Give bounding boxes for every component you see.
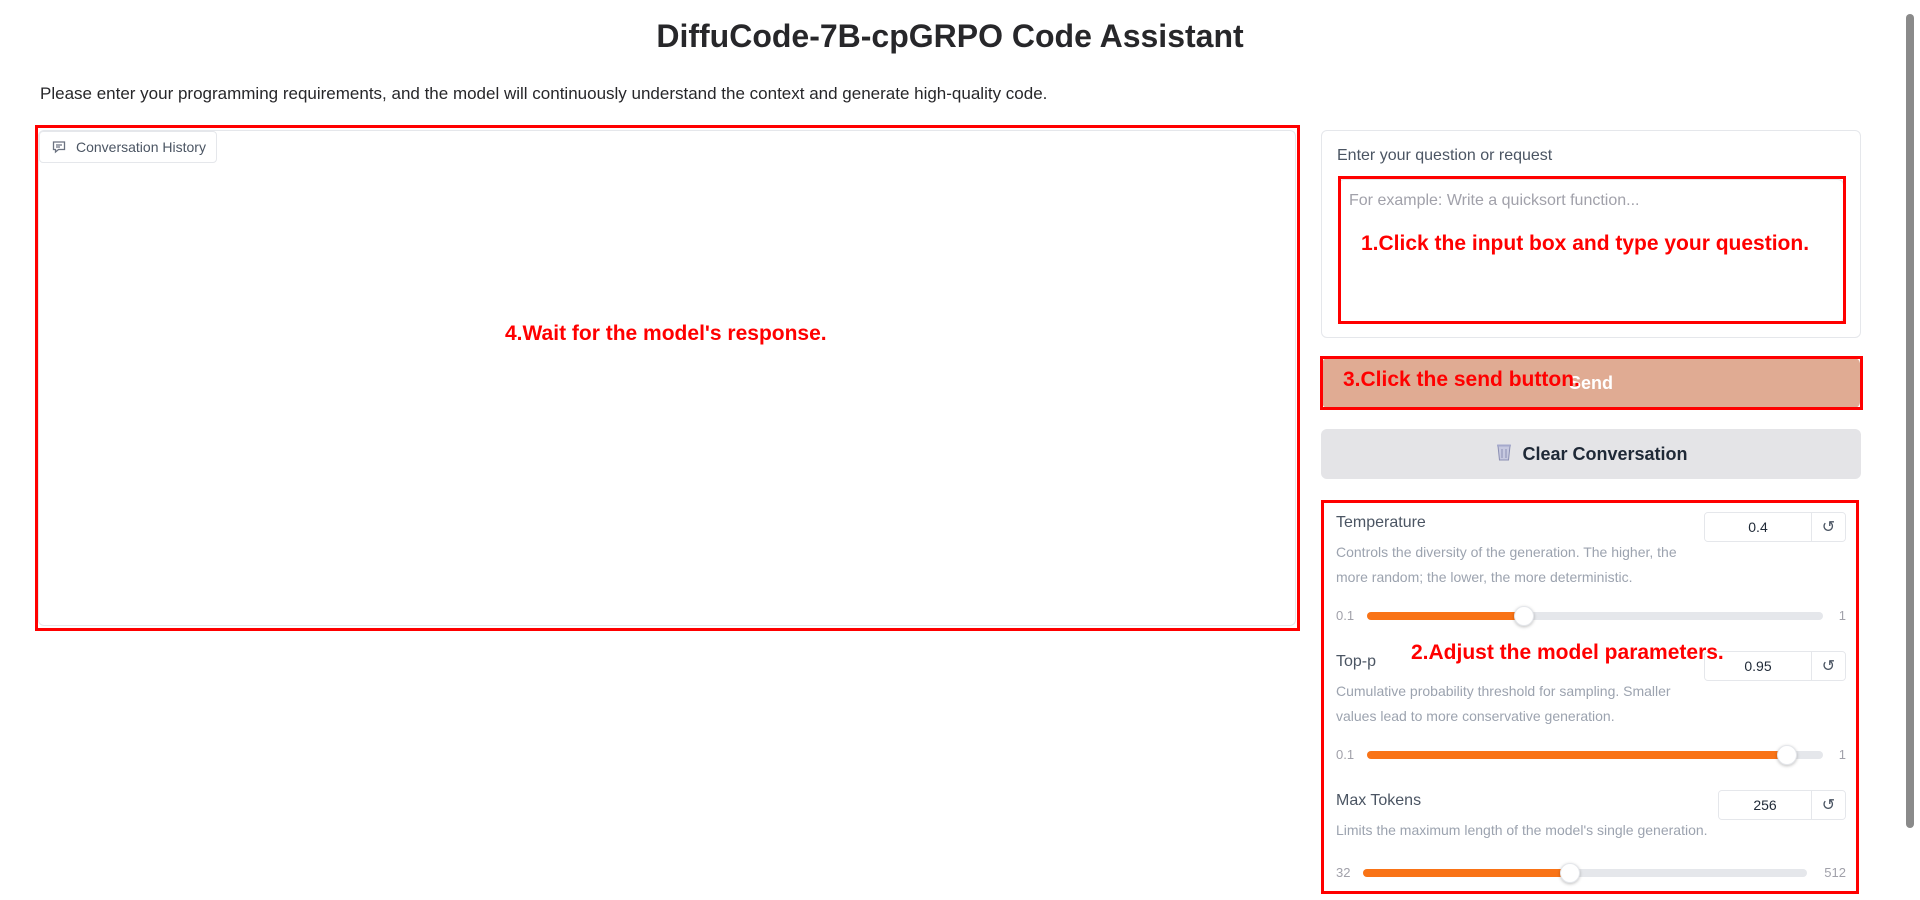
max-tokens-min: 32	[1336, 865, 1351, 880]
temperature-label: Temperature	[1336, 514, 1426, 531]
page-description: Please enter your programming requiremen…	[40, 84, 1048, 103]
temperature-slider-fill	[1367, 612, 1525, 620]
reset-icon: ↺	[1821, 797, 1836, 814]
temperature-slider[interactable]	[1367, 606, 1823, 626]
max-tokens-reset-button[interactable]: ↺	[1811, 791, 1845, 819]
max-tokens-slider-row: 32 512	[1336, 863, 1846, 883]
top-p-max: 1	[1838, 747, 1846, 762]
top-p-min: 0.1	[1336, 747, 1355, 762]
temperature-max: 1	[1838, 608, 1846, 623]
max-tokens-label: Max Tokens	[1336, 792, 1422, 809]
max-tokens-slider-thumb[interactable]	[1560, 863, 1581, 883]
max-tokens-max: 512	[1824, 865, 1846, 880]
max-tokens-info: Limits the maximum length of the model's…	[1336, 822, 1708, 838]
chat-history-label: Conversation History	[39, 131, 217, 163]
page-title: DiffuCode-7B-cpGRPO Code Assistant	[656, 18, 1244, 54]
top-p-slider[interactable]	[1367, 745, 1823, 765]
trash-icon	[1494, 442, 1514, 467]
max-tokens-param: Max Tokens Limits the maximum length of …	[1336, 778, 1846, 892]
question-input[interactable]	[1338, 179, 1844, 323]
clear-conversation-label: Clear Conversation	[1522, 443, 1688, 464]
page-scrollbar-thumb[interactable]	[1906, 14, 1914, 828]
top-p-slider-thumb[interactable]	[1776, 745, 1797, 765]
max-tokens-slider[interactable]	[1363, 863, 1807, 883]
top-p-slider-row: 0.1 1	[1336, 745, 1846, 765]
temperature-min: 0.1	[1336, 608, 1355, 623]
parameters-panel: Temperature Controls the diversity of th…	[1322, 500, 1858, 892]
reset-icon: ↺	[1821, 519, 1836, 536]
top-p-info: Cumulative probability threshold for sam…	[1336, 683, 1671, 724]
top-p-param: Top-p Cumulative probability threshold f…	[1336, 639, 1846, 769]
temperature-slider-thumb[interactable]	[1514, 606, 1535, 626]
chat-history-label-text: Conversation History	[76, 139, 206, 155]
temperature-slider-row: 0.1 1	[1336, 606, 1846, 626]
max-tokens-slider-fill	[1363, 869, 1571, 877]
temperature-reset-button[interactable]: ↺	[1811, 513, 1845, 541]
question-card: Enter your question or request	[1321, 130, 1861, 338]
clear-conversation-button[interactable]: Clear Conversation	[1321, 429, 1861, 479]
chat-history-panel: Conversation History	[38, 130, 1296, 626]
top-p-number-box: ↺	[1704, 651, 1846, 681]
top-p-input[interactable]	[1705, 652, 1811, 680]
question-label: Enter your question or request	[1337, 147, 1553, 164]
temperature-input[interactable]	[1705, 513, 1811, 541]
top-p-reset-button[interactable]: ↺	[1811, 652, 1845, 680]
max-tokens-number-box: ↺	[1718, 790, 1846, 820]
temperature-param: Temperature Controls the diversity of th…	[1336, 500, 1846, 630]
top-p-label: Top-p	[1336, 653, 1377, 670]
temperature-info: Controls the diversity of the generation…	[1336, 544, 1677, 585]
top-p-slider-fill	[1367, 751, 1787, 759]
max-tokens-input[interactable]	[1719, 791, 1811, 819]
reset-icon: ↺	[1821, 658, 1836, 675]
page-scrollbar[interactable]	[1900, 0, 1920, 900]
chat-bubble-icon	[52, 140, 66, 154]
temperature-number-box: ↺	[1704, 512, 1846, 542]
send-button[interactable]: Send	[1322, 358, 1860, 408]
